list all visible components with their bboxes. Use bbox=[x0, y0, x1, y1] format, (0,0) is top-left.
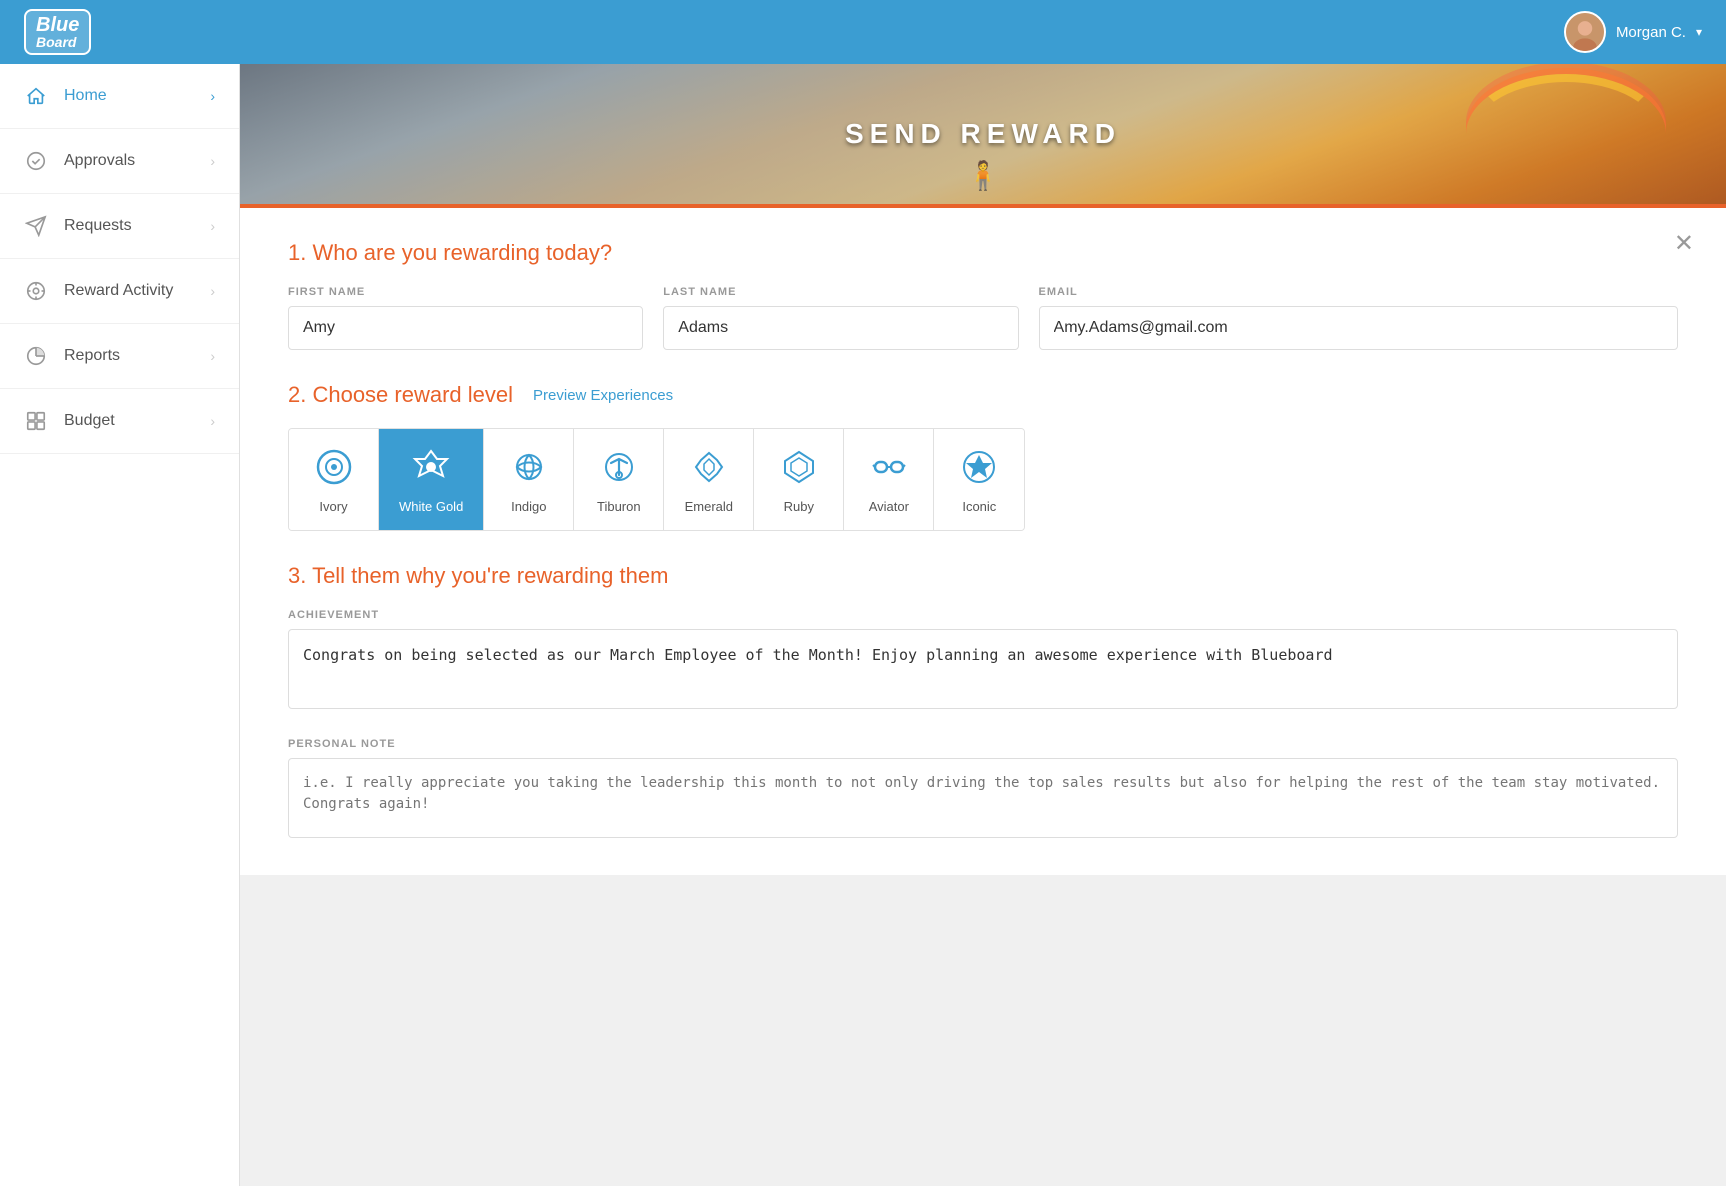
chevron-right-icon: › bbox=[210, 348, 215, 364]
hero-figure: 🧍 bbox=[966, 159, 1001, 192]
preview-experiences-link[interactable]: Preview Experiences bbox=[533, 387, 673, 404]
requests-icon bbox=[24, 214, 48, 238]
section2-header: 2. Choose reward level Preview Experienc… bbox=[288, 382, 1678, 408]
logo: Blue Board bbox=[24, 9, 91, 55]
personal-note-label: PERSONAL NOTE bbox=[288, 738, 1678, 750]
sidebar-item-requests[interactable]: Requests › bbox=[0, 194, 239, 259]
form-row-names: FIRST NAME LAST NAME EMAIL bbox=[288, 286, 1678, 350]
avatar bbox=[1564, 11, 1606, 53]
sidebar-label-reward-activity: Reward Activity bbox=[64, 282, 173, 300]
sidebar-item-home[interactable]: Home › bbox=[0, 64, 239, 129]
first-name-input[interactable] bbox=[288, 306, 643, 350]
email-group: EMAIL bbox=[1039, 286, 1678, 350]
reward-level-ruby[interactable]: Ruby bbox=[754, 429, 844, 530]
reward-level-ivory[interactable]: Ivory bbox=[289, 429, 379, 530]
achievement-textarea[interactable]: Congrats on being selected as our March … bbox=[288, 629, 1678, 709]
reward-activity-icon bbox=[24, 279, 48, 303]
chevron-right-icon: › bbox=[210, 153, 215, 169]
home-icon bbox=[24, 84, 48, 108]
reward-level-emerald[interactable]: Emerald bbox=[664, 429, 754, 530]
last-name-label: LAST NAME bbox=[663, 286, 1018, 298]
budget-icon bbox=[24, 409, 48, 433]
last-name-group: LAST NAME bbox=[663, 286, 1018, 350]
reward-level-white-gold[interactable]: White Gold bbox=[379, 429, 484, 530]
achievement-label: ACHIEVEMENT bbox=[288, 609, 1678, 621]
personal-note-textarea[interactable] bbox=[288, 758, 1678, 838]
chevron-down-icon: ▾ bbox=[1696, 25, 1702, 39]
user-menu[interactable]: Morgan C. ▾ bbox=[1564, 11, 1702, 53]
sidebar-label-approvals: Approvals bbox=[64, 152, 135, 170]
sidebar-item-approvals[interactable]: Approvals › bbox=[0, 129, 239, 194]
app-body: Home › Approvals › bbox=[0, 64, 1726, 1186]
reward-level-iconic[interactable]: Iconic bbox=[934, 429, 1024, 530]
sidebar-item-budget[interactable]: Budget › bbox=[0, 389, 239, 454]
sidebar-item-reward-activity[interactable]: Reward Activity › bbox=[0, 259, 239, 324]
sidebar-item-reports[interactable]: Reports › bbox=[0, 324, 239, 389]
logo-text: Blue Board bbox=[24, 9, 91, 55]
first-name-group: FIRST NAME bbox=[288, 286, 643, 350]
ruby-icon bbox=[777, 445, 821, 489]
sidebar-label-reports: Reports bbox=[64, 347, 120, 365]
reward-level-name-white-gold: White Gold bbox=[399, 499, 463, 514]
section3-title: 3. Tell them why you're rewarding them bbox=[288, 563, 1678, 589]
chevron-right-icon: › bbox=[210, 218, 215, 234]
reports-icon bbox=[24, 344, 48, 368]
user-name: Morgan C. bbox=[1616, 24, 1686, 41]
sidebar-label-requests: Requests bbox=[64, 217, 132, 235]
first-name-label: FIRST NAME bbox=[288, 286, 643, 298]
form-area: ✕ 1. Who are you rewarding today? FIRST … bbox=[240, 208, 1726, 875]
iconic-icon bbox=[957, 445, 1001, 489]
reward-level-name-indigo: Indigo bbox=[511, 499, 546, 514]
section1-title: 1. Who are you rewarding today? bbox=[288, 240, 1678, 266]
email-input[interactable] bbox=[1039, 306, 1678, 350]
reward-level-tiburon[interactable]: Tiburon bbox=[574, 429, 664, 530]
emerald-icon bbox=[687, 445, 731, 489]
tiburon-icon bbox=[597, 445, 641, 489]
sidebar-label-budget: Budget bbox=[64, 412, 115, 430]
ivory-icon bbox=[312, 445, 356, 489]
main-content: 🧍 SEND REWARD ✕ 1. Who are you rewarding… bbox=[240, 64, 1726, 1186]
email-label: EMAIL bbox=[1039, 286, 1678, 298]
last-name-input[interactable] bbox=[663, 306, 1018, 350]
reward-level-indigo[interactable]: Indigo bbox=[484, 429, 574, 530]
reward-level-name-iconic: Iconic bbox=[962, 499, 996, 514]
reward-level-name-ivory: Ivory bbox=[319, 499, 347, 514]
hero-banner: 🧍 SEND REWARD bbox=[240, 64, 1726, 204]
reward-level-name-aviator: Aviator bbox=[869, 499, 909, 514]
sidebar: Home › Approvals › bbox=[0, 64, 240, 1186]
white-gold-icon bbox=[409, 445, 453, 489]
close-button[interactable]: ✕ bbox=[1674, 232, 1694, 256]
chevron-right-icon: › bbox=[210, 413, 215, 429]
indigo-icon bbox=[507, 445, 551, 489]
reward-level-name-tiburon: Tiburon bbox=[597, 499, 641, 514]
header: Blue Board Morgan C. ▾ bbox=[0, 0, 1726, 64]
sidebar-label-home: Home bbox=[64, 87, 107, 105]
approvals-icon bbox=[24, 149, 48, 173]
chevron-right-icon: › bbox=[210, 283, 215, 299]
reward-level-aviator[interactable]: Aviator bbox=[844, 429, 934, 530]
reward-levels: Ivory White Gold bbox=[288, 428, 1025, 531]
chevron-right-icon: › bbox=[210, 88, 215, 104]
aviator-icon bbox=[867, 445, 911, 489]
section2-title: 2. Choose reward level bbox=[288, 382, 513, 408]
reward-level-name-emerald: Emerald bbox=[685, 499, 733, 514]
hero-title: SEND REWARD bbox=[845, 118, 1121, 150]
reward-level-name-ruby: Ruby bbox=[784, 499, 814, 514]
